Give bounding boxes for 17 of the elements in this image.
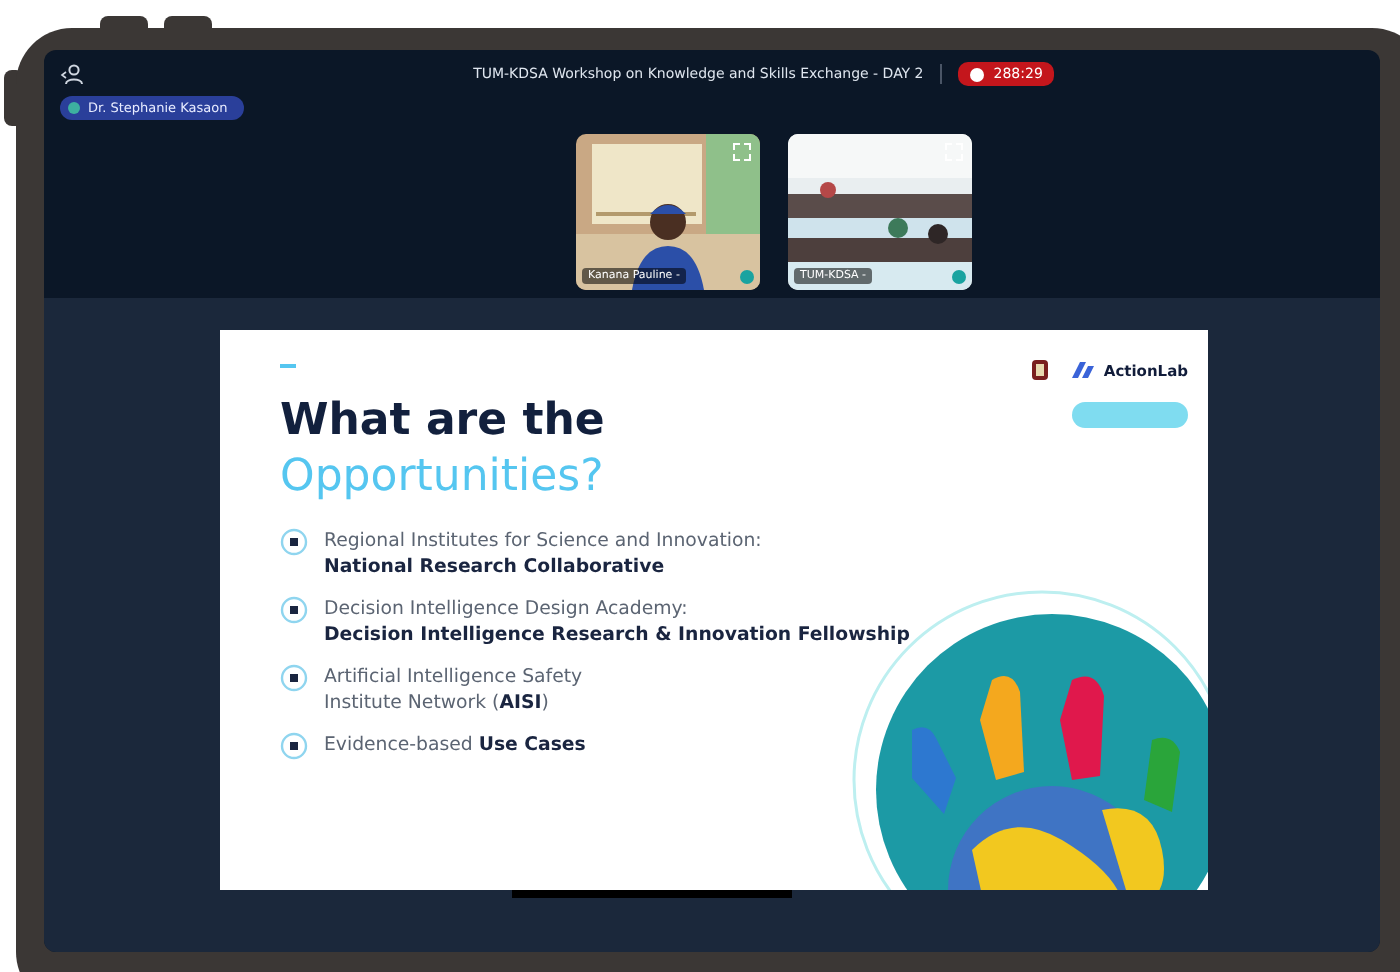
bullet-icon — [280, 596, 308, 624]
emblem-icon — [1027, 358, 1052, 382]
slide-title: What are the — [280, 394, 605, 450]
slide-subtitle: Opportunities? — [280, 450, 604, 506]
list-item-text: Artificial Intelligence Safety Institute Network (AISI) — [324, 666, 583, 716]
record-icon — [969, 67, 984, 81]
participants-icon[interactable] — [60, 62, 84, 86]
avatar-icon — [68, 102, 80, 114]
logo-icon — [1071, 362, 1096, 378]
bullet-icon — [280, 664, 308, 692]
fullscreen-icon[interactable] — [732, 142, 752, 162]
list-item-text: Decision Intelligence Design Academy: Decision Intelligence Research & Innovation Fellowship — [324, 598, 910, 648]
bullet-icon — [280, 528, 308, 556]
bullet-icon — [280, 732, 308, 760]
link-pill — [1072, 402, 1188, 428]
list-item-text: Evidence-based Use Cases — [324, 734, 586, 759]
list-item-text: Regional Institutes for Science and Innovation: National Research Collaborative — [324, 530, 762, 580]
